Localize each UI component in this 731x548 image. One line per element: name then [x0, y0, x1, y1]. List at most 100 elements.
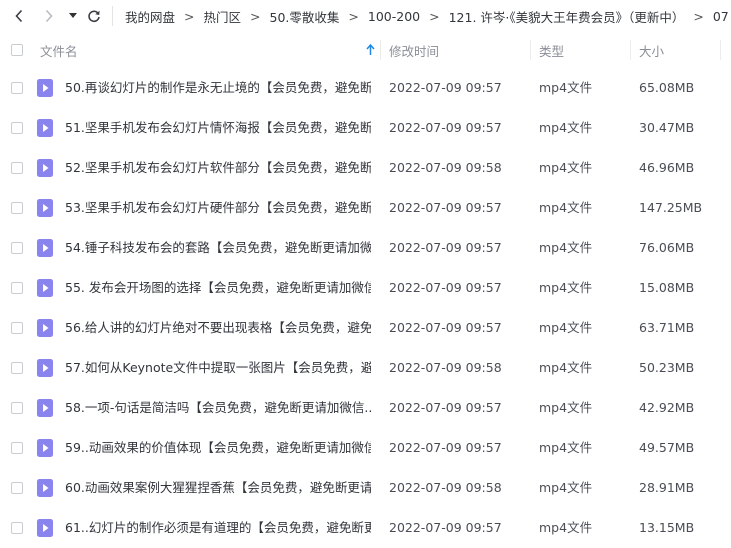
- file-modified: 2022-07-09 09:58: [389, 480, 502, 495]
- video-file-icon: [37, 239, 53, 257]
- breadcrumb-item-range[interactable]: 100-200: [367, 9, 421, 24]
- file-name[interactable]: 60.动画效果案例大猩猩捏香蕉【会员免费，避免断更请...: [65, 468, 371, 508]
- file-size: 46.96MB: [639, 160, 695, 175]
- breadcrumb-separator: >: [693, 8, 704, 24]
- column-header-type-label: 类型: [539, 43, 565, 59]
- file-type: mp4文件: [539, 200, 593, 215]
- breadcrumb-separator: >: [348, 8, 359, 24]
- column-divider[interactable]: [530, 40, 531, 60]
- row-checkbox[interactable]: [11, 482, 23, 494]
- row-checkbox[interactable]: [11, 282, 23, 294]
- chevron-right-icon: [45, 9, 53, 23]
- file-row[interactable]: 61..幻灯片的制作必须是有道理的【会员免费，避免断更... 2022-07-0…: [0, 508, 731, 548]
- file-size: 76.06MB: [639, 240, 695, 255]
- file-name[interactable]: 58.一项-句话是简洁吗【会员免费，避免断更请加微信...: [65, 388, 371, 428]
- caret-down-icon: [69, 13, 77, 18]
- forward-button[interactable]: [40, 6, 58, 26]
- breadcrumb-item-my-drive[interactable]: 我的网盘: [124, 7, 176, 26]
- row-checkbox[interactable]: [11, 242, 23, 254]
- file-size: 13.15MB: [639, 520, 695, 535]
- file-name[interactable]: 53.坚果手机发布会幻灯片硬件部分【会员免费，避免断...: [65, 188, 371, 228]
- breadcrumb-item-hot-zone[interactable]: 热门区: [203, 7, 243, 26]
- file-type: mp4文件: [539, 520, 593, 535]
- chevron-left-icon: [15, 9, 23, 23]
- file-row[interactable]: 55. 发布会开场图的选择【会员免费，避免断更请加微信... 2022-07-0…: [0, 268, 731, 308]
- row-checkbox[interactable]: [11, 442, 23, 454]
- breadcrumb-separator: >: [429, 8, 440, 24]
- video-file-icon: [37, 319, 53, 337]
- file-type: mp4文件: [539, 480, 593, 495]
- row-checkbox[interactable]: [11, 402, 23, 414]
- row-checkbox[interactable]: [11, 202, 23, 214]
- file-size: 30.47MB: [639, 120, 695, 135]
- file-size: 15.08MB: [639, 280, 695, 295]
- sort-up-arrow-icon: [366, 44, 375, 55]
- file-row[interactable]: 50.再谈幻灯片的制作是永无止境的【会员免费，避免断... 2022-07-09…: [0, 68, 731, 108]
- row-checkbox[interactable]: [11, 82, 23, 94]
- row-checkbox[interactable]: [11, 522, 23, 534]
- breadcrumb-item-course[interactable]: 121. 许岑·《美貌大王年费会员》（更新中）: [448, 7, 686, 26]
- file-modified: 2022-07-09 09:57: [389, 320, 502, 335]
- file-row[interactable]: 59..动画效果的价值体现【会员免费，避免断更请加微信... 2022-07-0…: [0, 428, 731, 468]
- column-header-size-label: 大小: [639, 43, 665, 59]
- column-header-type[interactable]: 类型: [539, 34, 564, 66]
- column-divider[interactable]: [720, 40, 721, 60]
- row-checkbox[interactable]: [11, 322, 23, 334]
- navigation-bar: 我的网盘 > 热门区 > 50.零散收集 > 100-200 > 121. 许岑…: [0, 0, 731, 32]
- file-name[interactable]: 57.如何从Keynote文件中提取一张图片【会员免费，避...: [65, 348, 371, 388]
- file-modified: 2022-07-09 09:57: [389, 440, 502, 455]
- file-modified: 2022-07-09 09:57: [389, 240, 502, 255]
- breadcrumb-separator: >: [184, 8, 195, 24]
- file-type: mp4文件: [539, 440, 593, 455]
- history-dropdown-button[interactable]: [66, 6, 80, 26]
- file-row[interactable]: 54.锤子科技发布会的套路【会员免费，避免断更请加微... 2022-07-09…: [0, 228, 731, 268]
- file-name[interactable]: 55. 发布会开场图的选择【会员免费，避免断更请加微信...: [65, 268, 371, 308]
- file-size: 42.92MB: [639, 400, 695, 415]
- refresh-button[interactable]: [85, 6, 103, 26]
- file-name[interactable]: 61..幻灯片的制作必须是有道理的【会员免费，避免断更...: [65, 508, 371, 548]
- breadcrumb-item-current-folder[interactable]: 07 Keynote: [712, 9, 731, 24]
- file-modified: 2022-07-09 09:57: [389, 280, 502, 295]
- file-name[interactable]: 50.再谈幻灯片的制作是永无止境的【会员免费，避免断...: [65, 68, 371, 108]
- file-type: mp4文件: [539, 240, 593, 255]
- file-row[interactable]: 51.坚果手机发布会幻灯片情怀海报【会员免费，避免断... 2022-07-09…: [0, 108, 731, 148]
- refresh-icon: [88, 10, 100, 23]
- file-row[interactable]: 57.如何从Keynote文件中提取一张图片【会员免费，避... 2022-07…: [0, 348, 731, 388]
- file-size: 65.08MB: [639, 80, 695, 95]
- video-file-icon: [37, 199, 53, 217]
- file-name[interactable]: 54.锤子科技发布会的套路【会员免费，避免断更请加微...: [65, 228, 371, 268]
- file-row[interactable]: 53.坚果手机发布会幻灯片硬件部分【会员免费，避免断... 2022-07-09…: [0, 188, 731, 228]
- video-file-icon: [37, 519, 53, 537]
- file-type: mp4文件: [539, 320, 593, 335]
- file-name[interactable]: 59..动画效果的价值体现【会员免费，避免断更请加微信...: [65, 428, 371, 468]
- file-size: 147.25MB: [639, 200, 703, 215]
- column-header-modified[interactable]: 修改时间: [389, 34, 439, 66]
- file-modified: 2022-07-09 09:57: [389, 520, 502, 535]
- file-type: mp4文件: [539, 160, 593, 175]
- file-name[interactable]: 56.给人讲的幻灯片绝对不要出现表格【会员免费，避免...: [65, 308, 371, 348]
- nav-divider: [112, 6, 113, 26]
- select-all-checkbox[interactable]: [11, 44, 23, 56]
- row-checkbox[interactable]: [11, 122, 23, 134]
- column-divider[interactable]: [380, 40, 381, 60]
- file-row[interactable]: 60.动画效果案例大猩猩捏香蕉【会员免费，避免断更请... 2022-07-09…: [0, 468, 731, 508]
- file-name[interactable]: 51.坚果手机发布会幻灯片情怀海报【会员免费，避免断...: [65, 108, 371, 148]
- file-modified: 2022-07-09 09:58: [389, 360, 502, 375]
- column-header-name[interactable]: 文件名: [40, 34, 380, 66]
- row-checkbox[interactable]: [11, 162, 23, 174]
- back-button[interactable]: [10, 6, 28, 26]
- video-file-icon: [37, 279, 53, 297]
- file-name[interactable]: 52.坚果手机发布会幻灯片软件部分【会员免费，避免断...: [65, 148, 371, 188]
- column-divider[interactable]: [630, 40, 631, 60]
- row-checkbox[interactable]: [11, 362, 23, 374]
- file-modified: 2022-07-09 09:57: [389, 400, 502, 415]
- file-row[interactable]: 56.给人讲的幻灯片绝对不要出现表格【会员免费，避免... 2022-07-09…: [0, 308, 731, 348]
- file-row[interactable]: 58.一项-句话是简洁吗【会员免费，避免断更请加微信... 2022-07-09…: [0, 388, 731, 428]
- column-header-size[interactable]: 大小: [639, 34, 664, 66]
- breadcrumb-item-misc-collection[interactable]: 50.零散收集: [269, 7, 341, 26]
- file-row[interactable]: 52.坚果手机发布会幻灯片软件部分【会员免费，避免断... 2022-07-09…: [0, 148, 731, 188]
- video-file-icon: [37, 439, 53, 457]
- file-type: mp4文件: [539, 280, 593, 295]
- breadcrumb: 我的网盘 > 热门区 > 50.零散收集 > 100-200 > 121. 许岑…: [124, 0, 731, 32]
- file-type: mp4文件: [539, 400, 593, 415]
